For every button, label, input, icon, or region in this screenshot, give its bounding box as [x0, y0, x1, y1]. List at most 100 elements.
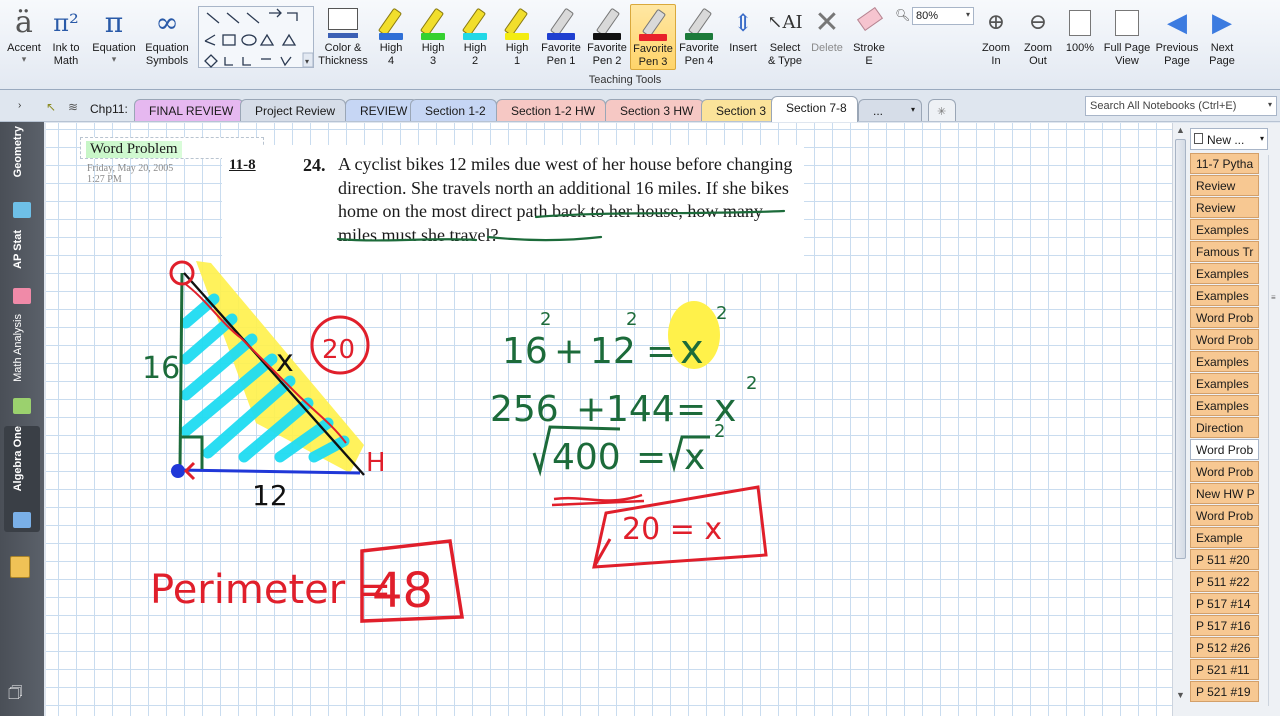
highlighter-3-button[interactable]: High 3 [414, 4, 452, 68]
triangle-base [177, 468, 361, 475]
page-list-item[interactable]: Examples [1190, 395, 1259, 416]
pen-color-swatch [547, 33, 575, 40]
zoom-level-select[interactable]: 80% ▾ [912, 7, 974, 25]
page-tabs-list: New ... ▾ 11-7 Pytha Review Review Examples… [1188, 123, 1280, 716]
ribbon-group-label: Teaching Tools [588, 74, 662, 86]
color-thickness-button[interactable]: Color & Thickness [316, 4, 370, 68]
tab-section-3[interactable]: Section 3 [701, 99, 778, 121]
chevron-down-icon: ▾ [910, 105, 915, 114]
tab-more[interactable]: ... ▾ [858, 99, 922, 121]
equation-symbols-button[interactable]: ∞ Equation Symbols [140, 4, 194, 68]
favorite-pen-2-button[interactable]: Favorite Pen 2 [584, 4, 630, 68]
stroke-eraser-button[interactable]: Stroke E [848, 4, 890, 68]
page-list-item[interactable]: P 511 #22 [1190, 571, 1259, 592]
page-list-item[interactable]: Examples [1190, 373, 1259, 394]
page-list-item[interactable]: Famous Tr [1190, 241, 1259, 262]
ink-to-math-button[interactable]: π² Ink to Math [46, 4, 86, 68]
eq1-op: + [554, 331, 584, 372]
page-scrollbar[interactable]: ▲ ▼ [1172, 123, 1188, 716]
page-list-item[interactable]: Examples [1190, 351, 1259, 372]
scroll-thumb[interactable] [1175, 139, 1186, 559]
equation-button[interactable]: π Equation ▾ [88, 4, 140, 64]
page-list-item[interactable]: P 521 #11 [1190, 659, 1259, 680]
zoom-in-button[interactable]: ⊕ Zoom In [976, 4, 1016, 68]
section-tab-bar: › ↖ ≋ Chp11: FINAL REVIEW Project Review… [0, 90, 1280, 122]
page-list-item[interactable]: Word Prob [1190, 461, 1259, 482]
zoom-100-button[interactable]: 100% [1060, 4, 1100, 55]
shapes-gallery[interactable]: ▾ [198, 6, 314, 68]
full-page-view-button[interactable]: Full Page View [1102, 4, 1152, 68]
page-list-item[interactable]: P 521 #19 [1190, 681, 1259, 702]
scroll-up-arrow-icon[interactable]: ▲ [1176, 125, 1185, 135]
page-list-item[interactable]: Word Prob [1190, 329, 1259, 350]
page-list-item[interactable]: Direction [1190, 417, 1259, 438]
select-cursor-icon: ↖AI [767, 12, 803, 33]
page-list-item[interactable]: Review [1190, 197, 1259, 218]
page-list-item[interactable]: P 511 #20 [1190, 549, 1259, 570]
previous-page-button[interactable]: ◀ Previous Page [1152, 4, 1202, 68]
select-type-button[interactable]: ↖AI Select & Type [764, 4, 806, 68]
tab-project-review[interactable]: Project Review [240, 99, 347, 121]
tab-section-3-hw[interactable]: Section 3 HW [605, 99, 705, 121]
page-list-item[interactable]: Example [1190, 527, 1259, 548]
tab-section-1-2[interactable]: Section 1-2 [410, 99, 497, 121]
unfiled-notes-icon[interactable] [10, 556, 30, 578]
page-list-item[interactable]: Word Prob [1190, 505, 1259, 526]
page-list-item[interactable]: P 512 #26 [1190, 637, 1259, 658]
vertex-h-label: H [366, 448, 386, 478]
favorite-pen-1-button[interactable]: Favorite Pen 1 [538, 4, 584, 68]
highlighter-1-button[interactable]: High 1 [498, 4, 536, 68]
highlighter-color-swatch [463, 33, 487, 40]
eq3-a: 400 [552, 437, 621, 478]
page-list-item[interactable]: P 517 #16 [1190, 615, 1259, 636]
page-list-item[interactable]: P 517 #14 [1190, 593, 1259, 614]
triangle-left-side [178, 272, 184, 469]
insert-space-button[interactable]: ⇕ Insert [722, 4, 764, 55]
scratch-mark [551, 493, 645, 507]
notebook-ap-stat[interactable]: AP Stat [4, 230, 40, 304]
next-page-button[interactable]: ▶ Next Page [1202, 4, 1242, 68]
search-dropdown-icon[interactable]: ▾ [1268, 100, 1272, 109]
tab-section-7-8[interactable]: Section 7-8 [771, 96, 858, 122]
scroll-down-arrow-icon[interactable]: ▼ [1176, 690, 1185, 700]
page-list-item[interactable]: Examples [1190, 285, 1259, 306]
notebook-page[interactable]: Word Problem Friday, May 20, 2005 1:27 P… [46, 123, 1172, 716]
eq3-eq: = [636, 437, 666, 478]
notebook-math-analysis[interactable]: Math Analysis [4, 314, 40, 418]
new-page-button[interactable]: New ... ▾ [1190, 128, 1268, 150]
highlighter-icon [501, 4, 533, 42]
page-list-item[interactable]: Review [1190, 175, 1259, 196]
favorite-pen-4-button[interactable]: Favorite Pen 4 [676, 4, 722, 68]
highlighter-2-button[interactable]: High 2 [456, 4, 494, 68]
new-section-button[interactable]: ✳ [928, 99, 956, 121]
page-list-item[interactable]: Word Prob [1190, 307, 1259, 328]
zoom-in-icon: ⊕ [986, 10, 1006, 35]
scroll-grip-icon: ≡ [1271, 293, 1276, 302]
notebook-geometry[interactable]: Geometry [4, 126, 40, 220]
zoom-out-button[interactable]: ⊖ Zoom Out [1018, 4, 1058, 68]
page-list-item[interactable]: Examples [1190, 219, 1259, 240]
tab-final-review[interactable]: FINAL REVIEW [134, 99, 245, 121]
section-group-icon: ≋ [68, 100, 79, 114]
tab-review[interactable]: REVIEW [345, 99, 419, 121]
eq1-b: 12 [590, 331, 636, 372]
highlighter-color-swatch [379, 33, 403, 40]
search-input[interactable]: Search All Notebooks (Ctrl+E) ▾ [1085, 96, 1277, 116]
page-list-item[interactable]: Word Prob [1190, 439, 1259, 460]
tab-section-1-2-hw[interactable]: Section 1-2 HW [496, 99, 607, 121]
page-list-item[interactable]: Examples [1190, 263, 1259, 284]
delete-x-icon: ✕ [814, 5, 840, 40]
page-list-item[interactable]: 11-7 Pytha [1190, 153, 1259, 174]
favorite-pen-3-button[interactable]: Favorite Pen 3 [630, 4, 676, 70]
expand-arrow-icon[interactable]: › [18, 100, 21, 111]
all-notebooks-icon[interactable]: 🗇 [8, 682, 23, 709]
notebook-icon [13, 398, 31, 414]
delete-button[interactable]: ✕ Delete [806, 4, 848, 55]
page-list-item[interactable]: New HW P [1190, 483, 1259, 504]
navigate-up-icon[interactable]: ↖ [46, 100, 56, 114]
page-list-scrollbar[interactable]: ≡ [1268, 155, 1280, 706]
notebook-algebra-one[interactable]: Algebra One [4, 426, 40, 532]
highlighter-4-button[interactable]: High 4 [372, 4, 410, 68]
accent-button[interactable]: ä Accent ▾ [4, 4, 44, 64]
notebook-navigation-rail: Geometry AP Stat Math Analysis Algebra O… [0, 122, 44, 716]
